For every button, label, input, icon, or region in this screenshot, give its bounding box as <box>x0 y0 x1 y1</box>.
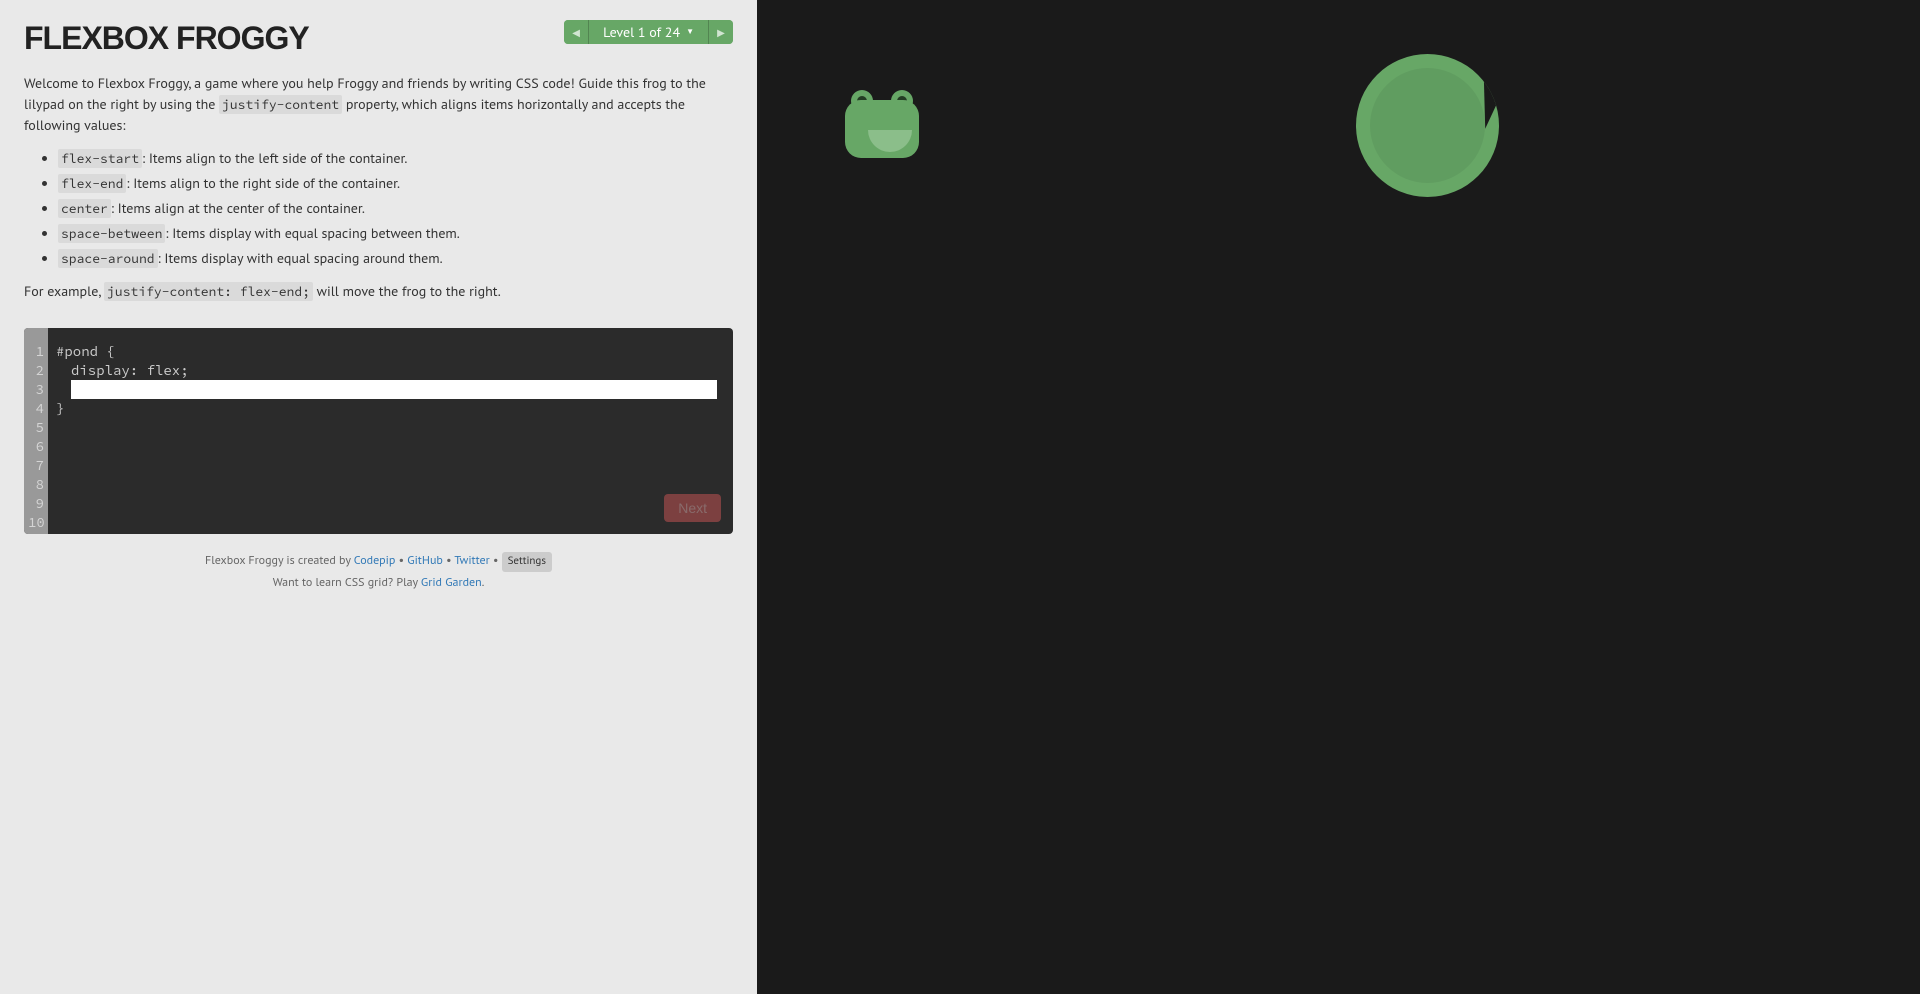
instructions: Welcome to Flexbox Froggy, a game where … <box>24 73 733 314</box>
pond-panel <box>757 0 1920 994</box>
twitter-link[interactable]: Twitter <box>454 553 489 568</box>
code-line-4: } <box>56 399 725 418</box>
credits-line: Flexbox Froggy is created by Codepip • G… <box>24 550 733 572</box>
list-item: space-around: Items display with equal s… <box>58 248 733 269</box>
prev-level-button[interactable]: ◀ <box>564 20 588 44</box>
next-button[interactable]: Next <box>664 494 721 522</box>
intro-paragraph: Welcome to Flexbox Froggy, a game where … <box>24 73 733 136</box>
values-list: flex-start: Items align to the left side… <box>58 148 733 269</box>
code-input[interactable] <box>71 380 717 399</box>
level-selector[interactable]: Level 1 of 24 ▼ <box>588 20 709 44</box>
level-navigation: ◀ Level 1 of 24 ▼ ▶ <box>564 20 733 44</box>
code-line-2: display: flex; <box>56 361 725 380</box>
code-area: #pond { display: flex; } Next <box>48 328 733 534</box>
frog-body <box>845 100 919 158</box>
header: FLEXBOX FROGGY ◀ Level 1 of 24 ▼ ▶ <box>24 20 733 57</box>
frog-mouth <box>868 130 912 152</box>
github-link[interactable]: GitHub <box>407 553 443 568</box>
list-item: space-between: Items display with equal … <box>58 223 733 244</box>
frog-green <box>837 90 927 158</box>
settings-button[interactable]: Settings <box>502 552 552 572</box>
code-justify-content: justify-content <box>219 95 342 114</box>
grid-garden-line: Want to learn CSS grid? Play Grid Garden… <box>24 572 733 594</box>
code-example: justify-content: flex-end; <box>104 282 313 301</box>
code-line-1: #pond { <box>56 342 725 361</box>
caret-down-icon: ▼ <box>686 27 694 37</box>
sidebar-panel: FLEXBOX FROGGY ◀ Level 1 of 24 ▼ ▶ Welco… <box>0 0 757 994</box>
level-label: Level 1 of 24 <box>603 23 680 41</box>
list-item: center: Items align at the center of the… <box>58 198 733 219</box>
list-item: flex-start: Items align to the left side… <box>58 148 733 169</box>
code-editor: 1 2 3 4 5 6 7 8 9 10 #pond { display: fl… <box>24 328 733 534</box>
next-level-button[interactable]: ▶ <box>709 20 733 44</box>
codepip-link[interactable]: Codepip <box>354 553 396 568</box>
grid-garden-link[interactable]: Grid Garden <box>421 575 482 590</box>
lilypad-green <box>1356 54 1499 197</box>
list-item: flex-end: Items align to the right side … <box>58 173 733 194</box>
page-title: FLEXBOX FROGGY <box>24 20 309 57</box>
pond <box>797 40 1513 756</box>
example-paragraph: For example, justify-content: flex-end; … <box>24 281 733 302</box>
line-numbers: 1 2 3 4 5 6 7 8 9 10 <box>24 328 48 534</box>
footer: Flexbox Froggy is created by Codepip • G… <box>24 550 733 593</box>
